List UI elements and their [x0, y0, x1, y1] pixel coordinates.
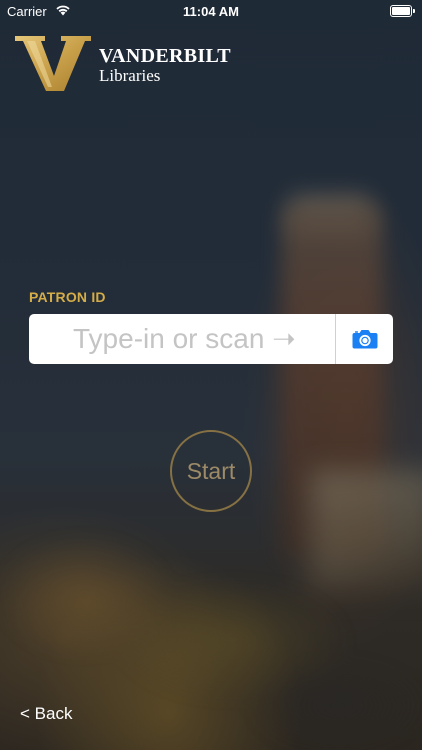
start-button[interactable]: Start [170, 430, 252, 512]
patron-id-label: PATRON ID [29, 289, 106, 305]
back-button[interactable]: < Back [20, 704, 72, 724]
vanderbilt-v-logo-icon [15, 36, 91, 91]
battery-icon [390, 5, 415, 17]
status-bar: Carrier 11:04 AM [0, 0, 422, 22]
patron-id-field-container [29, 314, 393, 364]
vanderbilt-libraries-logo: VANDERBILT Libraries [15, 36, 245, 96]
patron-id-input[interactable] [29, 314, 335, 364]
brand-name: VANDERBILT [99, 45, 231, 67]
brand-subtitle: Libraries [99, 66, 161, 85]
camera-icon [352, 330, 377, 349]
status-time: 11:04 AM [183, 4, 239, 19]
scan-camera-button[interactable] [336, 314, 393, 364]
